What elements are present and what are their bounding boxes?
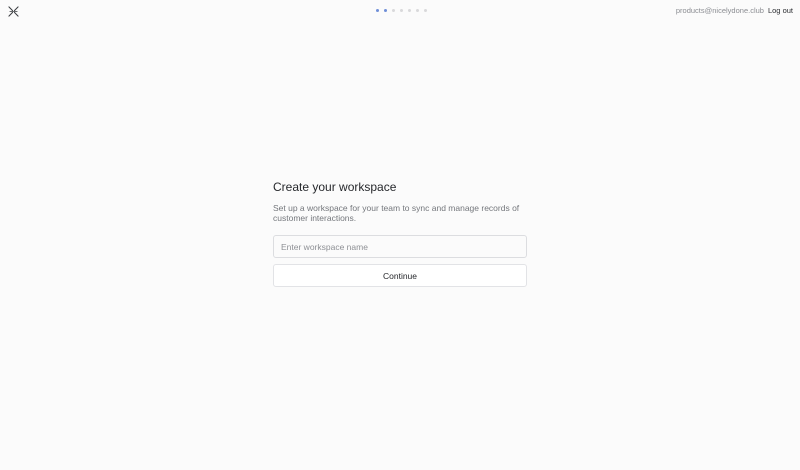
account-email: products@nicelydone.club: [675, 6, 764, 15]
create-workspace-form: Create your workspace Set up a workspace…: [273, 180, 527, 287]
account-bar: products@nicelydone.club Log out: [676, 6, 793, 15]
workspace-name-field[interactable]: [273, 235, 527, 258]
progress-step-dot: [376, 9, 379, 12]
page-subtitle: Set up a workspace for your team to sync…: [273, 203, 520, 223]
progress-step-dot: [408, 9, 411, 12]
page-title: Create your workspace: [273, 180, 397, 194]
onboarding-page: products@nicelydone.club Log out Create …: [0, 0, 800, 470]
logout-button[interactable]: Log out: [768, 6, 793, 15]
progress-step-dot: [384, 9, 387, 12]
progress-step-dot: [400, 9, 403, 12]
workspace-name-input[interactable]: [281, 241, 519, 252]
progress-steps: [376, 9, 427, 12]
progress-step-dot: [392, 9, 395, 12]
logo-icon[interactable]: [7, 5, 19, 17]
close-x-logo-icon: [7, 5, 19, 17]
progress-step-dot: [416, 9, 419, 12]
progress-step-dot: [424, 9, 427, 12]
continue-button[interactable]: Continue: [273, 264, 527, 287]
